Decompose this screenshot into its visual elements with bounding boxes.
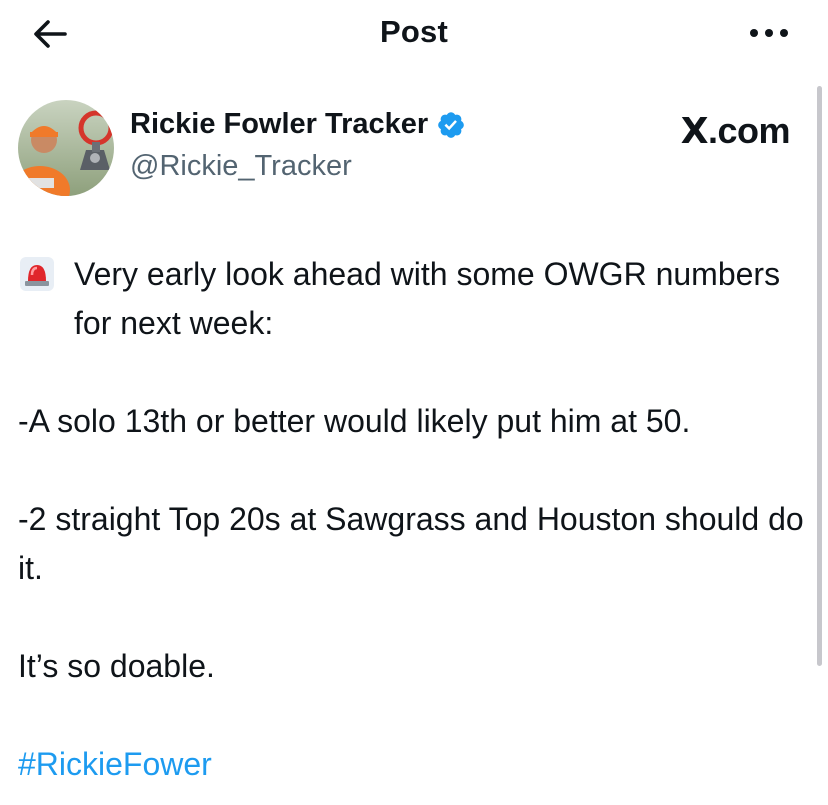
scrollbar[interactable] xyxy=(817,86,822,666)
x-com-watermark: X.com xyxy=(680,110,791,152)
verified-badge-icon xyxy=(438,111,465,138)
author-handle[interactable]: @Rickie_Tracker xyxy=(130,150,352,183)
avatar-image xyxy=(18,100,114,196)
hashtag-link[interactable]: #RickieFower xyxy=(18,746,212,782)
tweet-line-1: Very early look ahead with some OWGR num… xyxy=(74,256,789,341)
top-nav-bar: Post xyxy=(0,0,828,70)
page-title: Post xyxy=(380,14,448,49)
tweet-paragraph-2: -A solo 13th or better would likely put … xyxy=(18,403,691,439)
tweet-paragraph-4: It’s so doable. xyxy=(18,648,215,684)
tweet-text: Very early look ahead with some OWGR num… xyxy=(18,250,808,789)
author-display-name[interactable]: Rickie Fowler Tracker xyxy=(130,108,428,141)
avatar[interactable] xyxy=(18,100,114,196)
siren-icon xyxy=(20,257,54,291)
post-author: Rickie Fowler Tracker @Rickie_Tracker X.… xyxy=(18,100,798,200)
more-options-button[interactable] xyxy=(744,18,794,48)
x-com-label: .com xyxy=(707,110,791,151)
x-logo: X xyxy=(680,111,709,152)
more-horizontal-icon xyxy=(750,29,788,37)
tweet-paragraph-3: -2 straight Top 20s at Sawgrass and Hous… xyxy=(18,501,813,586)
